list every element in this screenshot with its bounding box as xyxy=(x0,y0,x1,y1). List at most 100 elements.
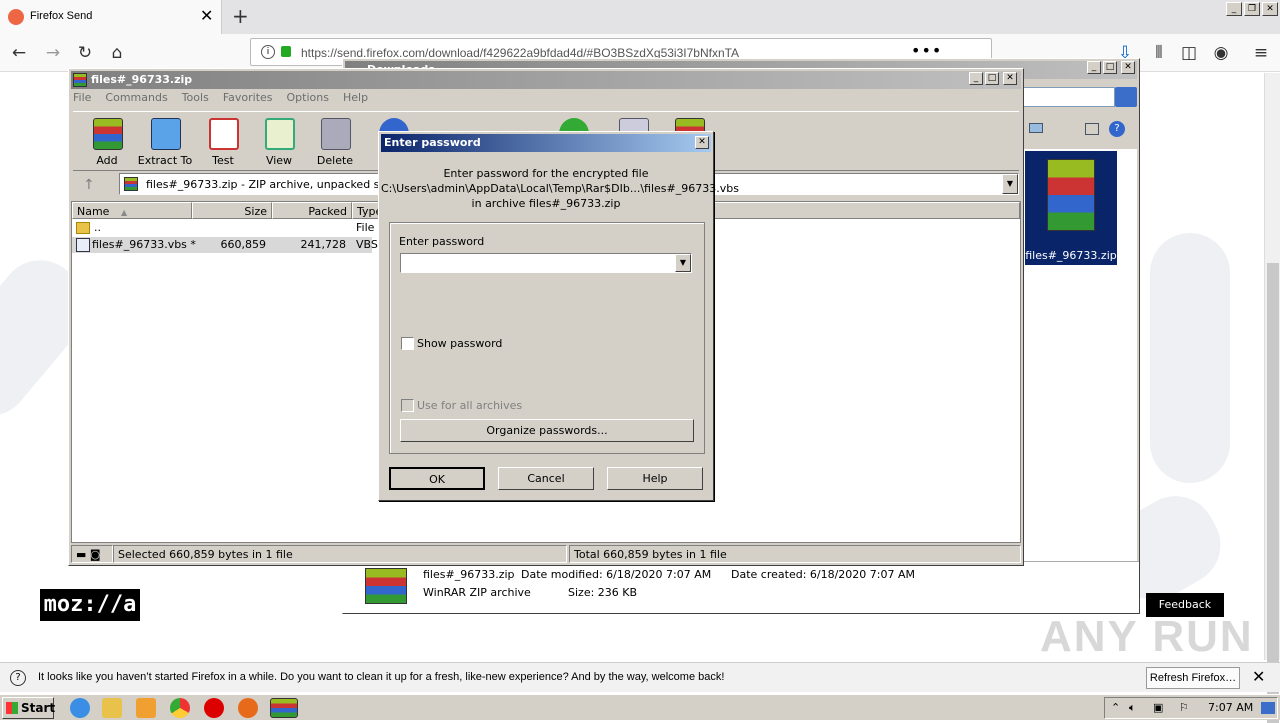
row-name: files#_96733.vbs * xyxy=(92,238,196,251)
account-icon[interactable]: ◉ xyxy=(1210,43,1232,63)
winrar-minimize-icon[interactable]: _ xyxy=(969,72,983,85)
dialog-close-icon[interactable]: ✕ xyxy=(695,136,709,149)
mozilla-logo[interactable]: moz://a xyxy=(40,589,140,621)
help-button[interactable]: Help xyxy=(607,467,703,490)
lock-icon xyxy=(281,46,291,57)
volume-icon[interactable]: 🔈︎ xyxy=(1129,701,1136,715)
details-pane: files#_96733.zip WinRAR ZIP archive Date… xyxy=(343,561,1139,613)
views-icon[interactable] xyxy=(1029,123,1043,133)
explorer-search-input[interactable] xyxy=(1023,87,1115,107)
use-for-all-checkbox xyxy=(401,399,414,412)
close-notification-icon[interactable]: ✕ xyxy=(1252,667,1265,686)
ok-button[interactable]: OK xyxy=(389,467,485,490)
folder-icon xyxy=(151,118,181,150)
test-icon xyxy=(209,118,239,150)
menu-commands[interactable]: Commands xyxy=(105,91,167,109)
details-date-created: Date created: 6/18/2020 7:07 AM xyxy=(731,568,916,581)
notification-bar: ? It looks like you haven’t started Fire… xyxy=(0,662,1280,692)
winrar-titlebar[interactable]: files#_96733.zip xyxy=(71,71,1021,89)
dialog-titlebar[interactable]: Enter password xyxy=(381,134,711,152)
menu-help[interactable]: Help xyxy=(343,91,368,109)
info-icon[interactable]: i xyxy=(261,45,275,59)
tab-firefox-send[interactable]: Firefox Send ✕ xyxy=(0,0,222,34)
column-packed[interactable]: Packed xyxy=(272,202,352,219)
close-icon[interactable]: ✕ xyxy=(1262,2,1278,16)
chrome-icon[interactable] xyxy=(170,698,190,718)
flag-icon[interactable]: ⚐ xyxy=(1179,701,1189,714)
refresh-firefox-button[interactable]: Refresh Firefox… xyxy=(1146,667,1240,689)
list-item[interactable]: files#_96733.vbs * 660,859 241,728 VBSc xyxy=(72,237,384,253)
ie-icon[interactable] xyxy=(70,698,90,718)
delete-button[interactable]: Delete xyxy=(305,114,365,170)
new-tab-button[interactable]: + xyxy=(232,4,249,28)
menu-icon[interactable]: ≡ xyxy=(1250,43,1272,63)
media-player-icon[interactable] xyxy=(136,698,156,718)
delete-label: Delete xyxy=(316,154,354,167)
explorer-minimize-icon[interactable]: _ xyxy=(1087,61,1101,74)
extract-to-label: Extract To xyxy=(137,154,193,167)
show-desktop-icon[interactable] xyxy=(1261,702,1275,714)
column-name[interactable]: Name ▲ xyxy=(72,202,192,219)
start-button[interactable]: Start xyxy=(2,697,55,719)
show-password-label[interactable]: Show password xyxy=(417,337,502,350)
sidebar-icon[interactable]: ◫ xyxy=(1178,43,1200,63)
menu-tools[interactable]: Tools xyxy=(182,91,209,109)
taskbar: Start ⌃ 🔈︎ ▣ ⚐ 7:07 AM xyxy=(0,694,1280,720)
organize-passwords-button[interactable]: Organize passwords... xyxy=(400,419,694,442)
drive-icon: ▬ ◙ xyxy=(71,545,113,563)
close-tab-icon[interactable]: ✕ xyxy=(200,6,213,25)
winrar-maximize-icon[interactable]: □ xyxy=(985,72,999,85)
menu-file[interactable]: File xyxy=(73,91,91,109)
details-file-name: files#_96733.zip xyxy=(423,568,515,581)
up-folder-icon[interactable]: ↑ xyxy=(83,177,95,193)
row-packed: 241,728 xyxy=(300,238,347,251)
message-line-1: Enter password for the encrypted file xyxy=(443,167,649,180)
message-line-2: C:\Users\admin\AppData\Local\Temp\Rar$DI… xyxy=(381,182,739,195)
list-item[interactable]: .. File I xyxy=(72,220,381,236)
clock[interactable]: 7:07 AM xyxy=(1208,701,1253,714)
tray-expand-icon[interactable]: ⌃ xyxy=(1111,701,1120,714)
cancel-button[interactable]: Cancel xyxy=(498,467,594,490)
column-size[interactable]: Size xyxy=(192,202,272,219)
selected-file-label[interactable]: files#_96733.zip xyxy=(1025,249,1117,262)
explorer-maximize-icon[interactable]: □ xyxy=(1103,61,1117,74)
minimize-icon[interactable]: _ xyxy=(1226,2,1242,16)
reload-icon[interactable]: ↻ xyxy=(74,43,96,63)
message-line-3: in archive files#_96733.zip xyxy=(471,197,621,210)
library-icon[interactable]: ⫴ xyxy=(1148,43,1170,63)
explorer-icon[interactable] xyxy=(102,698,122,718)
winrar-archive-icon xyxy=(1047,159,1095,231)
selected-file-tile[interactable] xyxy=(1025,151,1117,265)
view-button[interactable]: View xyxy=(249,114,309,170)
network-icon[interactable]: ▣ xyxy=(1153,701,1163,714)
menu-favorites[interactable]: Favorites xyxy=(223,91,273,109)
firefox-icon[interactable] xyxy=(238,698,258,718)
winrar-taskbar-icon[interactable] xyxy=(270,698,298,718)
view-label: View xyxy=(265,154,293,167)
forward-icon[interactable]: → xyxy=(42,43,64,63)
home-icon[interactable]: ⌂ xyxy=(106,43,128,63)
search-icon[interactable] xyxy=(1115,87,1137,107)
show-password-checkbox[interactable] xyxy=(401,337,414,350)
add-button[interactable]: Add xyxy=(77,114,137,170)
opera-icon[interactable] xyxy=(204,698,224,718)
password-input[interactable]: ▼ xyxy=(400,253,692,273)
menu-options[interactable]: Options xyxy=(287,91,329,109)
winrar-app-icon xyxy=(73,73,87,87)
chevron-down-icon[interactable]: ▼ xyxy=(1002,174,1018,194)
preview-pane-icon[interactable] xyxy=(1085,123,1099,135)
extract-to-button[interactable]: Extract To xyxy=(135,114,195,170)
restore-icon[interactable]: ❐ xyxy=(1244,2,1260,16)
enter-password-dialog: Enter password ✕ Enter password for the … xyxy=(378,131,739,501)
watermark: ANY RUN xyxy=(1040,612,1254,661)
test-button[interactable]: Test xyxy=(193,114,253,170)
info-icon: ? xyxy=(10,670,26,686)
page-scrollbar[interactable] xyxy=(1264,73,1280,723)
winrar-close-icon[interactable]: ✕ xyxy=(1003,72,1017,85)
help-icon[interactable]: ? xyxy=(1109,121,1125,137)
back-icon[interactable]: ← xyxy=(8,43,30,63)
chevron-down-icon[interactable]: ▼ xyxy=(675,254,691,272)
scrollbar-thumb[interactable] xyxy=(1267,263,1279,723)
add-icon xyxy=(93,118,123,150)
explorer-close-icon[interactable]: ✕ xyxy=(1121,61,1135,74)
